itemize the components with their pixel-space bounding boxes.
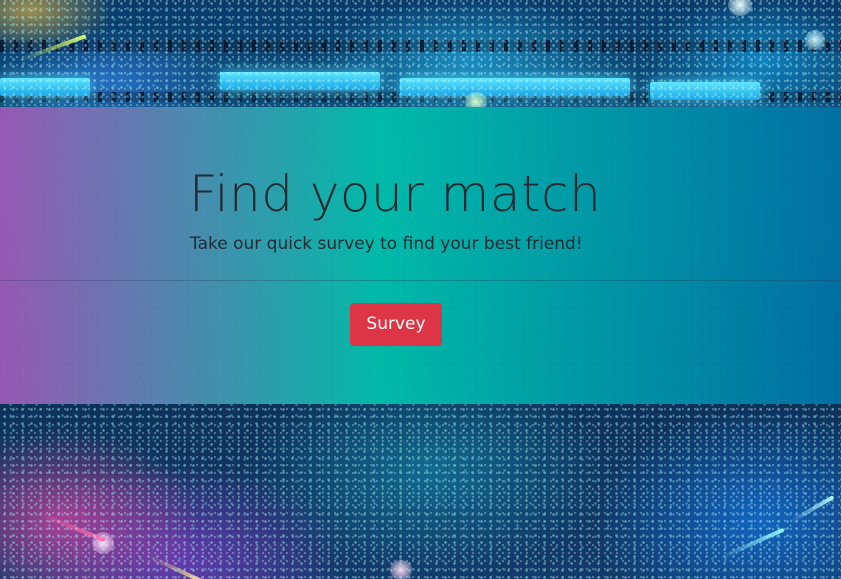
page: Find your match Take our quick survey to…: [0, 0, 841, 579]
page-subtitle: Take our quick survey to find your best …: [190, 234, 583, 254]
page-title: Find your match: [189, 165, 602, 223]
survey-button[interactable]: Survey: [350, 303, 442, 346]
divider: [0, 280, 841, 281]
